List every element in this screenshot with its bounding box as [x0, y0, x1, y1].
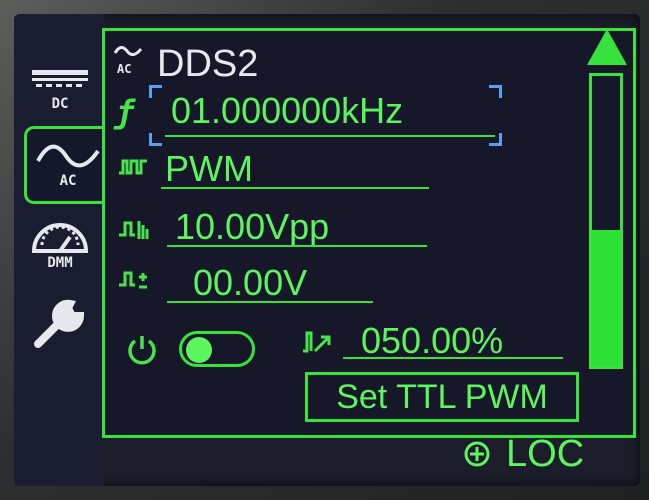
- status-indicator: LOC: [462, 432, 585, 475]
- set-ttl-pwm-button[interactable]: Set TTL PWM: [305, 372, 579, 422]
- scroll-thumb[interactable]: [592, 229, 620, 366]
- duty-cycle-icon: [303, 331, 331, 353]
- pwm-wave-icon: [119, 159, 147, 175]
- offset-underline: [167, 301, 373, 303]
- offset-value[interactable]: 00.00V: [193, 265, 307, 301]
- sidebar-tab-dmm[interactable]: DMM: [20, 210, 100, 282]
- amplitude-underline: [167, 245, 427, 247]
- sidebar-tab-dc[interactable]: DC: [20, 54, 100, 126]
- crosshair-icon: [464, 441, 490, 467]
- waveform-value[interactable]: PWM: [165, 151, 253, 187]
- svg-text:AC: AC: [117, 62, 131, 76]
- sidebar: DC AC DMM: [14, 14, 109, 486]
- wrench-icon: [34, 299, 85, 348]
- ac-sine-icon: AC: [113, 46, 143, 76]
- panel-title: DDS2: [157, 43, 259, 85]
- amplitude-value[interactable]: 10.00Vpp: [175, 209, 329, 245]
- sidebar-tab-settings[interactable]: [20, 288, 100, 360]
- frequency-f-icon: ƒ: [115, 93, 135, 131]
- sidebar-tab-ac[interactable]: AC: [24, 126, 109, 204]
- lcd-screen: DC AC DMM AC DDS2 ƒ 01.000000kHz PWM 10.…: [14, 14, 640, 486]
- dc-icon: [32, 70, 88, 87]
- frequency-value[interactable]: 01.000000kHz: [171, 93, 403, 129]
- output-toggle-knob: [186, 337, 212, 363]
- selection-corner: [149, 85, 162, 98]
- sidebar-tab-dmm-label: DMM: [47, 255, 73, 271]
- scroll-track[interactable]: [589, 73, 623, 369]
- duty-cycle-value[interactable]: 050.00%: [361, 323, 503, 359]
- sidebar-tab-dc-label: DC: [51, 96, 69, 112]
- scrollbar[interactable]: [587, 29, 627, 369]
- selection-corner: [489, 85, 502, 98]
- gauge-icon: [31, 223, 89, 253]
- duty-cycle-underline: [343, 357, 563, 359]
- offset-icon: [119, 271, 147, 289]
- selection-corner: [149, 133, 162, 146]
- waveform-underline: [161, 187, 429, 189]
- output-toggle[interactable]: [179, 331, 255, 367]
- power-icon: [128, 336, 156, 365]
- status-text: LOC: [506, 432, 585, 475]
- dds2-panel: AC DDS2 ƒ 01.000000kHz PWM 10.00Vpp 00.0…: [102, 28, 636, 438]
- sine-wave-icon: [36, 144, 100, 168]
- scroll-up-arrow-icon[interactable]: [587, 29, 627, 65]
- frequency-underline: [165, 135, 495, 137]
- amplitude-icon: [119, 221, 149, 239]
- sidebar-tab-ac-label: AC: [59, 173, 77, 189]
